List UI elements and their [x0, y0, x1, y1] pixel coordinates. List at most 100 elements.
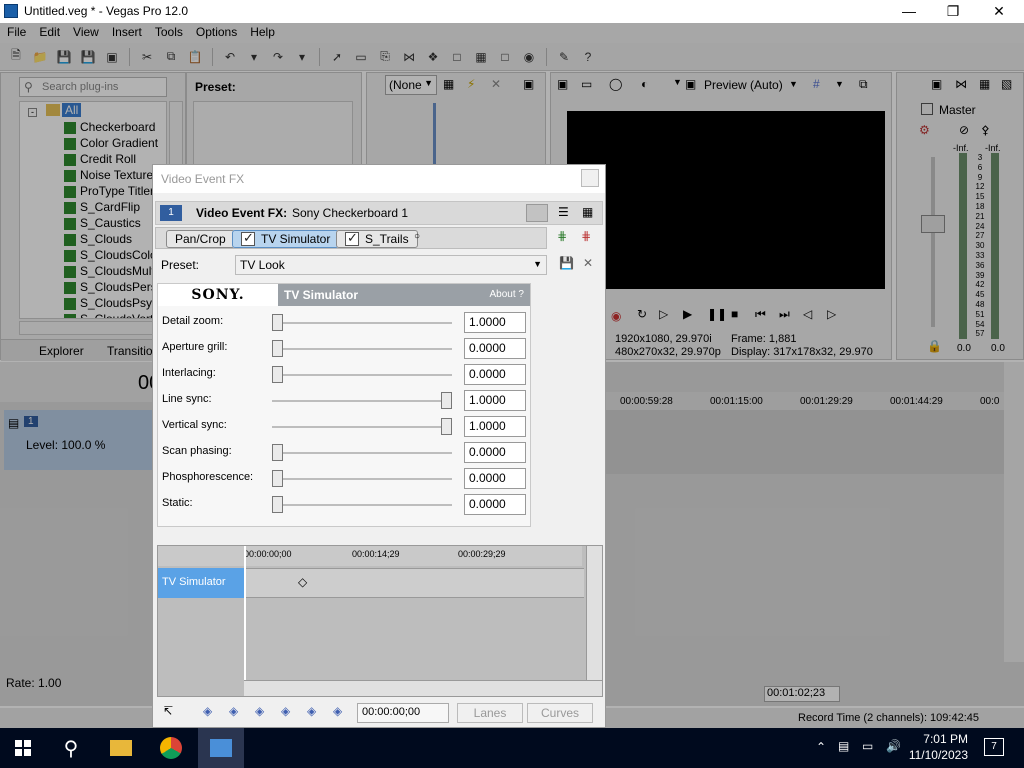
fx-chain-s-trails[interactable]: S_Trails	[336, 230, 418, 248]
plugin-name: TV Simulator	[284, 288, 359, 302]
clock-date: 11/10/2023	[908, 748, 968, 762]
parameter-label: Aperture grill:	[162, 341, 228, 353]
parameter-slider-track[interactable]	[272, 322, 452, 324]
parameter-slider-track[interactable]	[272, 374, 452, 376]
keyframe-controller: 00:00:00;00 00:00:14;29 00:00:29;29 TV S…	[157, 545, 603, 697]
enable-checkbox[interactable]	[345, 230, 359, 246]
parameter-label: Line sync:	[162, 393, 212, 405]
system-clock[interactable]: 7:01 PM 11/10/2023	[909, 731, 968, 763]
kf-ruler-mark: 00:00:29;29	[458, 549, 506, 559]
parameter-value-field[interactable]: 1.0000	[464, 312, 526, 333]
first-keyframe-icon[interactable]: ◈	[203, 704, 212, 718]
keyframe-hscrollbar[interactable]	[244, 680, 602, 696]
parameter-slider-handle[interactable]	[272, 444, 283, 461]
search-icon[interactable]: ⚲	[48, 728, 94, 768]
preset-row: Preset: TV Look ▼ 💾 ✕	[155, 253, 603, 277]
battery-icon[interactable]: ▭	[862, 739, 873, 753]
remove-plugin-icon[interactable]: ⋕	[581, 229, 591, 243]
parameter-row: Phosphorescence: 0.0000	[158, 466, 530, 492]
keyframe-toolbar: ↸ ◈ ◈ ◈ ◈ ◈ ◈ 00:00:00;00 Lanes Curves	[155, 701, 603, 725]
volume-icon[interactable]: 🔊	[886, 739, 901, 753]
parameter-slider-handle[interactable]	[272, 470, 283, 487]
grid-view-icon[interactable]: ▦	[582, 205, 593, 219]
about-link[interactable]: About ?	[490, 289, 524, 300]
dialog-title-bar[interactable]: Video Event FX	[153, 165, 605, 193]
fx-chain-pan-crop[interactable]: Pan/Crop	[166, 230, 235, 248]
previous-keyframe-icon[interactable]: ◈	[229, 704, 238, 718]
parameter-row: Detail zoom: 1.0000	[158, 310, 530, 336]
notification-center-icon[interactable]: 7	[984, 738, 1004, 756]
parameter-value-field[interactable]: 0.0000	[464, 468, 526, 489]
parameter-label: Interlacing:	[162, 367, 216, 379]
fx-target-icon: 1	[160, 205, 182, 221]
fx-header-label: Video Event FX:	[196, 206, 288, 220]
parameter-value-field[interactable]: 0.0000	[464, 338, 526, 359]
parameter-label: Static:	[162, 497, 193, 509]
parameter-slider-track[interactable]	[272, 504, 452, 506]
delete-preset-icon[interactable]: ✕	[583, 256, 593, 270]
preset-value: TV Look	[240, 258, 285, 272]
maximize-button[interactable]: ❐	[930, 0, 976, 23]
parameter-row: Scan phasing: 0.0000	[158, 440, 530, 466]
fx-chain-tv-simulator[interactable]: TV Simulator	[232, 230, 340, 248]
keyframe-track-label[interactable]: TV Simulator	[158, 568, 244, 598]
chrome-icon[interactable]	[148, 728, 194, 768]
parameter-value-field[interactable]: 0.0000	[464, 494, 526, 515]
parameter-slider-track[interactable]	[272, 478, 452, 480]
keyframe-cursor[interactable]	[244, 546, 246, 680]
save-preset-icon[interactable]: 💾	[559, 256, 574, 270]
preset-dropdown[interactable]: TV Look ▼	[235, 255, 547, 275]
network-icon[interactable]: ▤	[838, 739, 849, 753]
enable-checkbox[interactable]	[241, 230, 255, 246]
keyframe-diamond[interactable]: ◇	[298, 575, 307, 589]
parameter-label: Phosphorescence:	[162, 471, 254, 483]
fx-header: 1 Video Event FX: Sony Checkerboard 1 ☰ …	[155, 201, 603, 225]
close-button[interactable]: ✕	[976, 0, 1022, 23]
parameter-row: Aperture grill: 0.0000	[158, 336, 530, 362]
delete-keyframe-icon[interactable]: ◈	[333, 704, 342, 718]
video-event-fx-dialog: Video Event FX 1 Video Event FX: Sony Ch…	[152, 164, 606, 728]
parameter-slider-handle[interactable]	[272, 314, 283, 331]
parameter-slider-handle[interactable]	[272, 366, 283, 383]
parameter-slider-handle[interactable]	[441, 418, 452, 435]
parameter-value-field[interactable]: 1.0000	[464, 390, 526, 411]
vegas-taskbar-icon[interactable]	[198, 728, 244, 768]
add-keyframe-icon[interactable]: ◈	[307, 704, 316, 718]
show-hidden-icons-icon[interactable]: ⌃	[816, 740, 826, 754]
fx-header-value: Sony Checkerboard 1	[292, 206, 409, 220]
parameter-value-field[interactable]: 0.0000	[464, 364, 526, 385]
last-keyframe-icon[interactable]: ◈	[281, 704, 290, 718]
parameter-slider-handle[interactable]	[272, 340, 283, 357]
vegas-app-icon[interactable]	[4, 4, 18, 18]
keyframe-time-field[interactable]: 00:00:00;00	[357, 703, 449, 723]
minimize-button[interactable]: —	[886, 0, 932, 23]
parameter-slider-track[interactable]	[272, 452, 452, 454]
plugin-parameters-panel: SONY. TV Simulator About ? Detail zoom: 1…	[157, 283, 531, 527]
parameter-slider-track[interactable]	[272, 426, 452, 428]
parameter-value-field[interactable]: 0.0000	[464, 442, 526, 463]
lanes-button[interactable]: Lanes	[457, 703, 523, 723]
parameter-slider-track[interactable]	[272, 400, 452, 402]
parameter-slider-track[interactable]	[272, 348, 452, 350]
file-explorer-icon[interactable]	[98, 728, 144, 768]
dialog-close-button[interactable]	[581, 169, 599, 187]
parameter-value-field[interactable]: 1.0000	[464, 416, 526, 437]
sync-to-cursor-icon[interactable]: ↸	[163, 704, 173, 718]
parameter-slider-handle[interactable]	[272, 496, 283, 513]
list-view-icon[interactable]: ☰	[558, 205, 569, 219]
keyframe-vscrollbar[interactable]	[586, 546, 602, 680]
keyframe-ruler[interactable]: 00:00:00;00 00:00:14;29 00:00:29;29	[158, 546, 582, 566]
clock-time: 7:01 PM	[923, 732, 968, 746]
curves-button[interactable]: Curves	[527, 703, 593, 723]
plugin-chain-icon[interactable]: ⋕	[557, 229, 567, 243]
keyframe-track[interactable]: ◇	[244, 568, 584, 598]
plugin-panel-header: SONY. TV Simulator About ?	[158, 284, 530, 306]
view-mode-icon[interactable]	[526, 204, 548, 222]
chevron-down-icon: ▼	[533, 259, 542, 269]
parameter-row: Vertical sync: 1.0000	[158, 414, 530, 440]
preset-label: Preset:	[161, 258, 200, 272]
parameter-slider-handle[interactable]	[441, 392, 452, 409]
parameter-label: Scan phasing:	[162, 445, 232, 457]
start-button[interactable]	[0, 728, 46, 768]
next-keyframe-icon[interactable]: ◈	[255, 704, 264, 718]
